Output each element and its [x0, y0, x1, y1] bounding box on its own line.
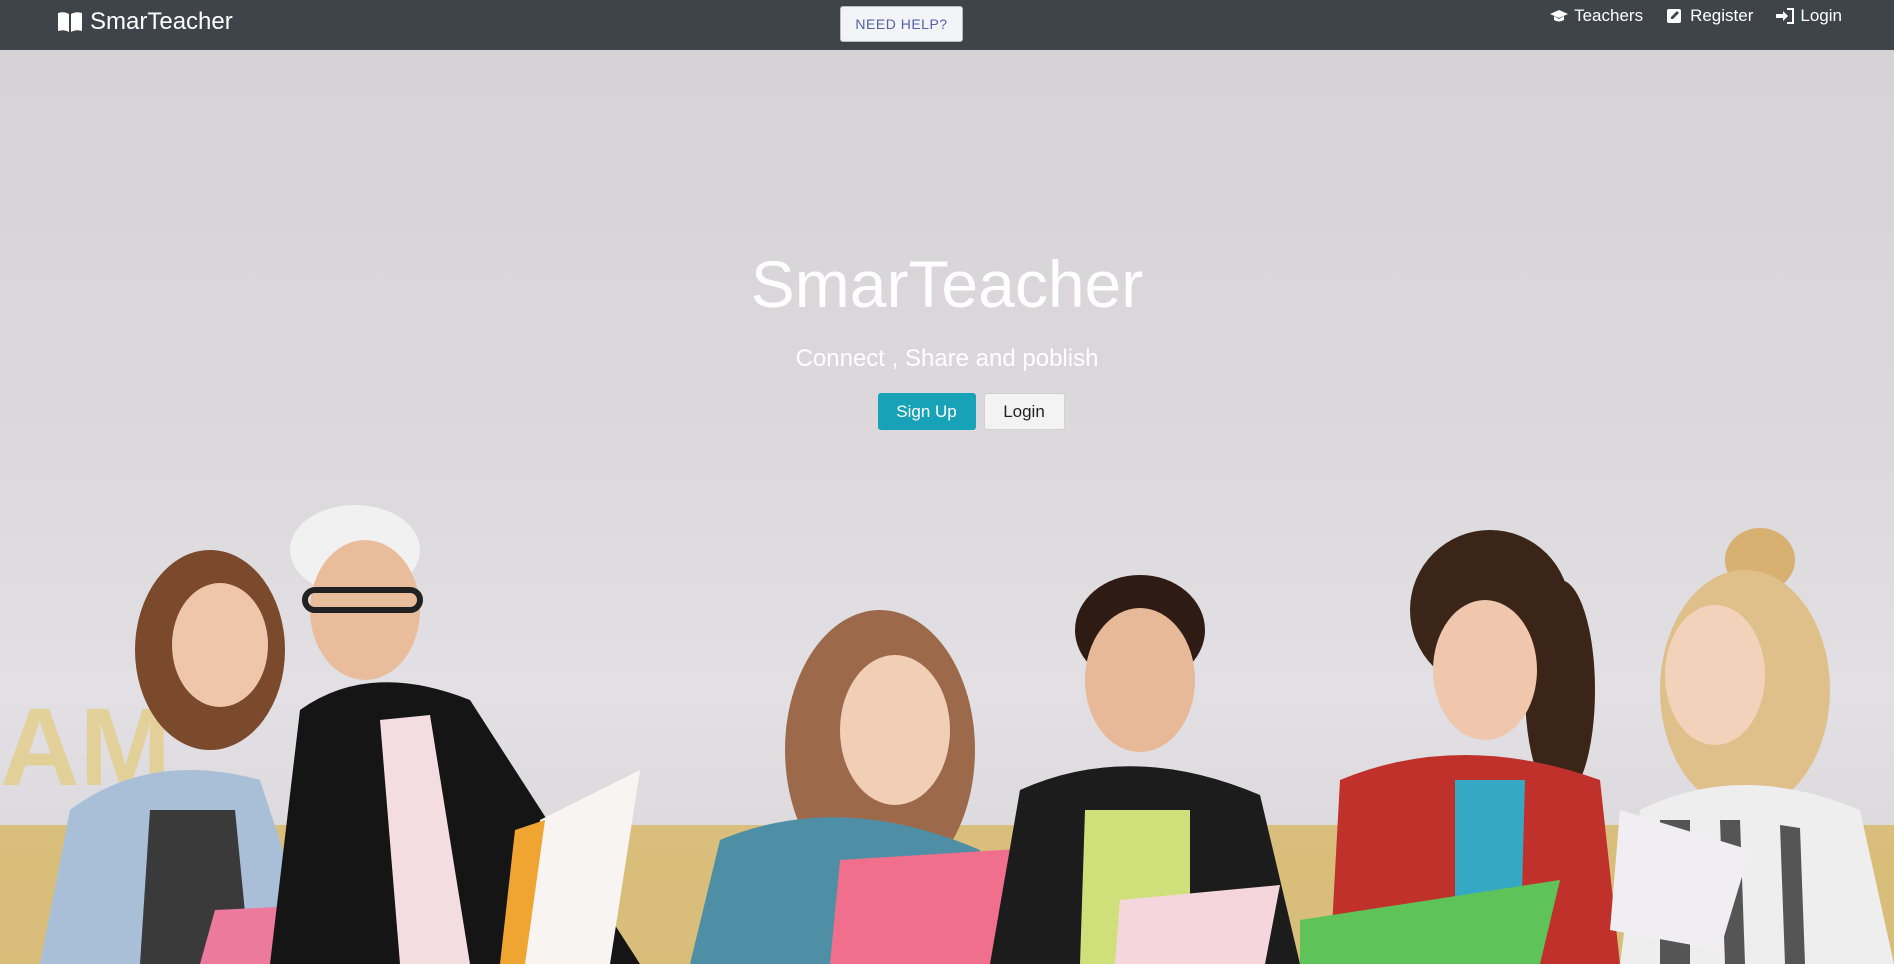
- graduation-cap-icon: [1550, 10, 1569, 22]
- hero-title: SmarTeacher: [750, 247, 1144, 321]
- login-button[interactable]: Login: [983, 393, 1065, 430]
- brand-name: SmarTeacher: [90, 8, 233, 35]
- students-photo: AM: [0, 505, 1894, 964]
- nav-links: Teachers Register Login: [1549, 6, 1842, 26]
- need-help-button[interactable]: NEED HELP?: [840, 6, 963, 42]
- hero-subtitle: Connect , Share and poblish: [795, 345, 1099, 372]
- sign-in-icon: [1776, 8, 1795, 24]
- hero-section: AM SmarTeacher Connect , Share and pobli…: [0, 50, 1894, 964]
- top-navbar: SmarTeacher NEED HELP? Teachers Register…: [0, 0, 1894, 50]
- edit-icon: [1667, 9, 1682, 23]
- hero-actions: Sign Up Login: [0, 393, 1894, 430]
- nav-link-teachers[interactable]: Teachers: [1549, 6, 1643, 26]
- nav-link-teachers-label: Teachers: [1574, 6, 1644, 25]
- nav-link-login[interactable]: Login: [1775, 6, 1842, 26]
- nav-link-register-label: Register: [1690, 6, 1754, 25]
- signup-button[interactable]: Sign Up: [877, 393, 976, 430]
- brand-logo-link[interactable]: SmarTeacher: [56, 8, 233, 36]
- nav-link-login-label: Login: [1800, 6, 1842, 25]
- book-icon: [58, 12, 82, 32]
- nav-link-register[interactable]: Register: [1665, 6, 1753, 26]
